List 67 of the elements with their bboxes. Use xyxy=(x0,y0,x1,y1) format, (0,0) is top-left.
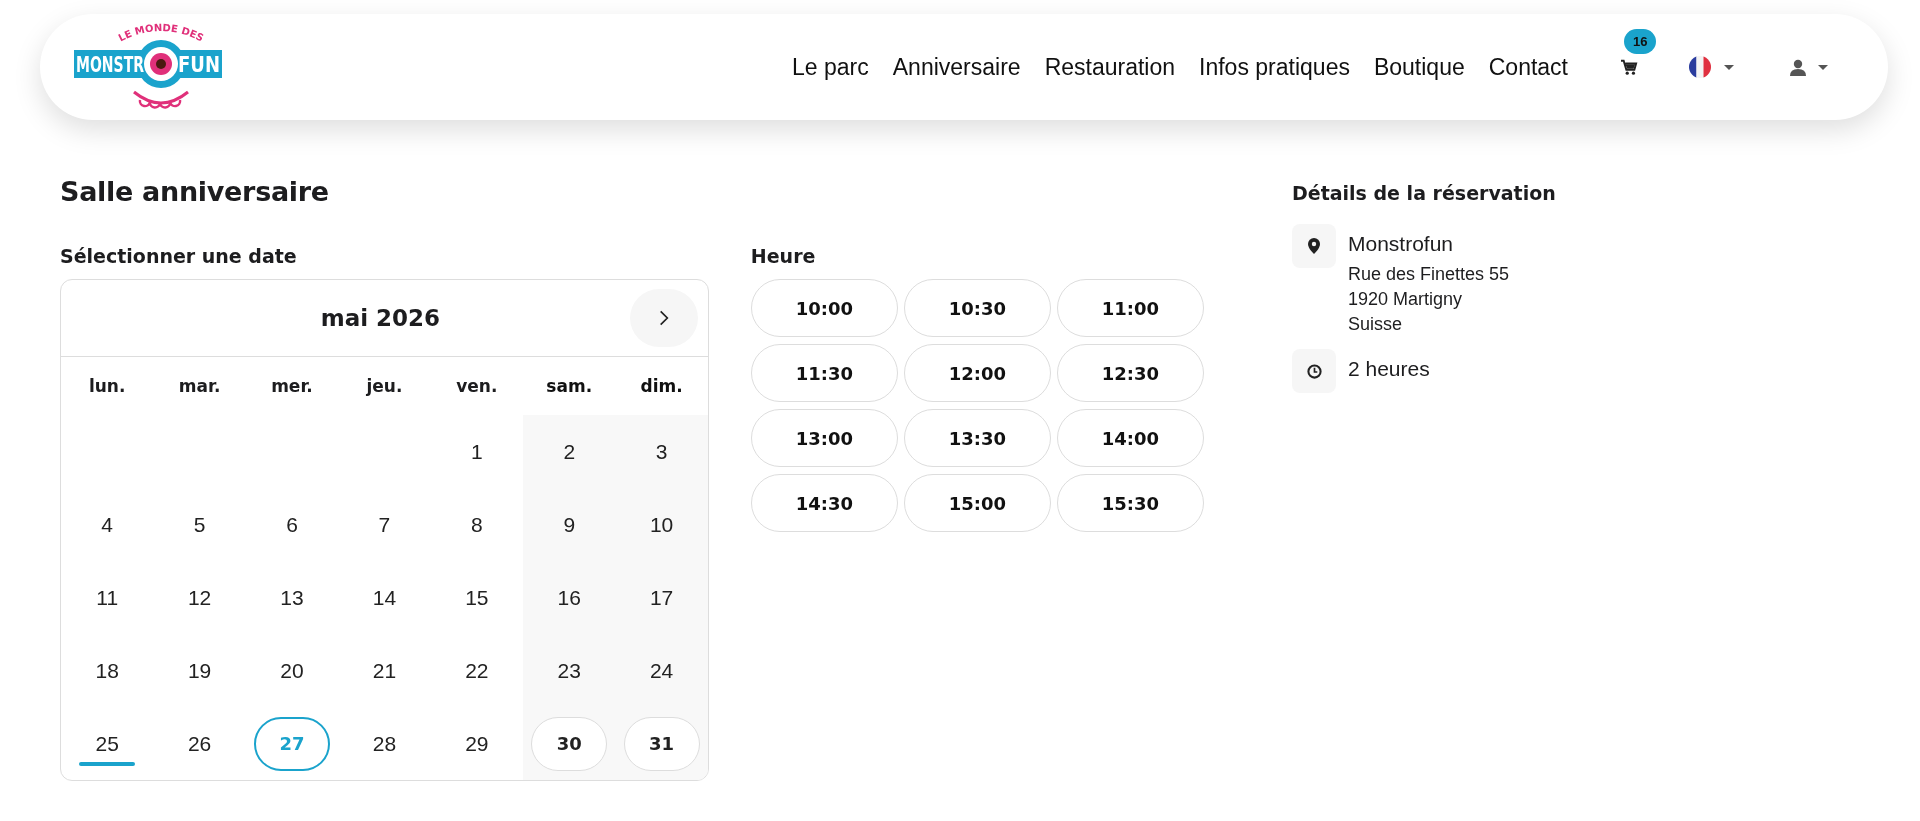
weekday-label: mar. xyxy=(177,375,222,398)
nav-link[interactable]: Le parc xyxy=(792,53,869,81)
weekday-label: ven. xyxy=(455,375,499,398)
weekday-label: sam. xyxy=(545,375,594,398)
address-line: Rue des Finettes 55 xyxy=(1348,263,1510,286)
time-slot-button[interactable]: 13:00 xyxy=(750,409,898,467)
details-title: Détails de la réservation xyxy=(1292,182,1556,204)
calendar-day[interactable]: 18 xyxy=(69,643,146,698)
time-slot-button[interactable]: 15:00 xyxy=(903,474,1051,532)
calendar-day[interactable]: 30 xyxy=(531,716,608,771)
calendar-day[interactable]: 20 xyxy=(254,643,330,698)
nav-link[interactable]: Anniversaire xyxy=(892,53,1021,81)
nav-link[interactable]: Infos pratiques xyxy=(1199,53,1350,81)
month-title: mai 2026 xyxy=(320,305,441,331)
address-line: 1920 Martigny xyxy=(1348,288,1464,311)
weekday-label: jeu. xyxy=(365,375,404,398)
calendar-day[interactable]: 6 xyxy=(254,497,330,552)
flag-icon[interactable] xyxy=(1688,55,1712,79)
address-line: Suisse xyxy=(1348,313,1404,336)
calendar-day[interactable]: 28 xyxy=(346,716,423,771)
calendar-day[interactable]: 1 xyxy=(438,424,515,479)
user-icon[interactable] xyxy=(1790,58,1806,76)
time-slot-button[interactable]: 12:30 xyxy=(1056,344,1204,402)
calendar-day[interactable]: 25 xyxy=(69,716,146,771)
chevron-right-icon xyxy=(658,309,669,327)
clock-icon xyxy=(1306,363,1322,379)
calendar-day[interactable]: 15 xyxy=(438,570,515,625)
weekday-label: dim. xyxy=(639,375,684,398)
cart-count-badge: 16 xyxy=(1624,29,1657,54)
time-slot-button[interactable]: 14:00 xyxy=(1056,409,1204,467)
page-title: Salle anniversaire xyxy=(60,176,330,207)
calendar-day[interactable]: 11 xyxy=(69,570,146,625)
nav-link[interactable]: Contact xyxy=(1488,53,1568,81)
calendar-day[interactable]: 29 xyxy=(438,716,515,771)
time-slot-button[interactable]: 14:30 xyxy=(750,474,898,532)
weekday-label: lun. xyxy=(87,375,127,398)
logo[interactable]: LE MONDE DES MONSTR FUN xyxy=(72,22,224,116)
venue-name: Monstrofun xyxy=(1348,232,1455,256)
duration-text: 2 heures xyxy=(1348,357,1430,381)
calendar-day[interactable]: 31 xyxy=(623,716,700,771)
calendar-day[interactable]: 21 xyxy=(346,643,423,698)
calendar-day[interactable]: 7 xyxy=(346,497,423,552)
calendar-day[interactable]: 19 xyxy=(161,643,238,698)
time-slot-button[interactable]: 11:30 xyxy=(750,344,898,402)
time-slot-button[interactable]: 10:30 xyxy=(903,279,1051,337)
time-label: Heure xyxy=(750,245,817,267)
calendar-day[interactable]: 5 xyxy=(161,497,238,552)
time-slot-button[interactable]: 11:00 xyxy=(1056,279,1204,337)
nav-link[interactable]: Restauration xyxy=(1044,53,1176,81)
calendar-day[interactable]: 26 xyxy=(161,716,238,771)
time-slot-button[interactable]: 15:30 xyxy=(1056,474,1204,532)
calendar-day[interactable]: 22 xyxy=(438,643,515,698)
calendar-day[interactable]: 14 xyxy=(346,570,423,625)
date-label: Sélectionner une date xyxy=(60,245,298,267)
caret-icon[interactable] xyxy=(1818,64,1828,70)
nav-link[interactable]: Boutique xyxy=(1373,53,1465,81)
calendar-day[interactable]: 4 xyxy=(69,497,146,552)
time-slot-button[interactable]: 13:30 xyxy=(903,409,1051,467)
time-slot-button[interactable]: 10:00 xyxy=(750,279,898,337)
weekday-label: mer. xyxy=(270,375,314,398)
calendar-day[interactable]: 13 xyxy=(254,570,330,625)
calendar-day[interactable]: 12 xyxy=(161,570,238,625)
time-slot-button[interactable]: 12:00 xyxy=(903,344,1051,402)
calendar-day[interactable]: 8 xyxy=(438,497,515,552)
map-pin-icon xyxy=(1308,238,1320,254)
cart-icon[interactable] xyxy=(1620,59,1638,75)
caret-icon[interactable] xyxy=(1724,64,1734,70)
